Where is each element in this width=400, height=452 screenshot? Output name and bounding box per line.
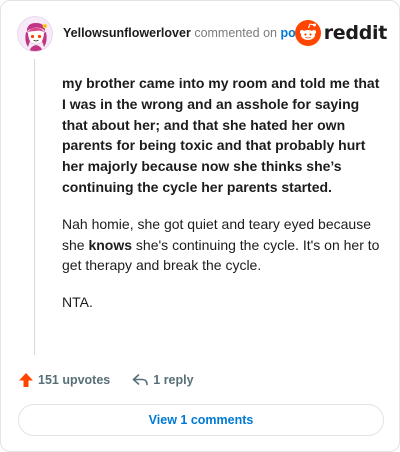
comment-paragraph: Nah homie, she got quiet and teary eyed … — [62, 214, 384, 276]
author-name[interactable]: Yellowsunflowerlover — [63, 26, 191, 40]
quoted-text: my brother came into my room and told me… — [62, 75, 380, 195]
author-line: Yellowsunflowerlover commented on post — [63, 26, 307, 40]
snoo-avatar-icon — [18, 17, 52, 51]
reddit-logo-icon — [294, 20, 321, 46]
upvote-count[interactable]: 151 upvotes — [38, 373, 110, 387]
comment-header: Yellowsunflowerlover commented on post r… — [17, 16, 387, 52]
view-comments-button[interactable]: View 1 comments — [18, 404, 384, 436]
comment-card: Yellowsunflowerlover commented on post r… — [0, 0, 400, 452]
user-avatar[interactable] — [17, 16, 53, 52]
reddit-brand[interactable]: reddit — [294, 20, 388, 46]
reply-arrow-icon — [132, 374, 149, 386]
reply-label: 1 reply — [153, 373, 194, 387]
emphasized-word: knows — [88, 236, 133, 253]
thread-line — [34, 59, 35, 355]
reply-button[interactable]: 1 reply — [132, 373, 194, 387]
commented-on-text: commented on — [194, 26, 277, 40]
reddit-wordmark: reddit — [323, 22, 388, 44]
upvote-arrow-icon[interactable] — [18, 372, 34, 388]
verdict-paragraph: NTA. — [62, 294, 93, 311]
action-bar: 151 upvotes 1 reply — [18, 370, 194, 390]
comment-body: my brother came into my room and told me… — [62, 73, 384, 313]
